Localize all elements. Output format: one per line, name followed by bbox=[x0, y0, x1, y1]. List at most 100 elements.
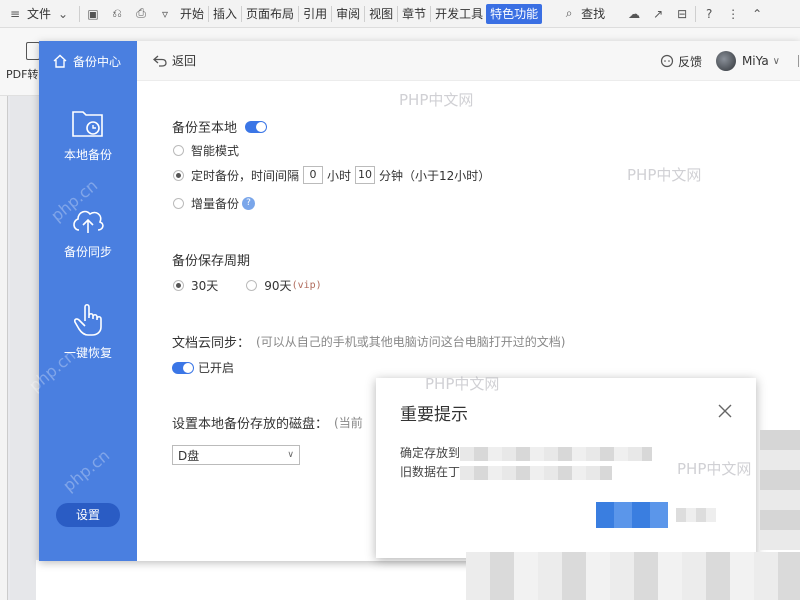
hours-input[interactable]: 0 bbox=[303, 166, 324, 184]
notice-line-1: 确定存放到 bbox=[400, 446, 461, 460]
tab-view[interactable]: 视图 bbox=[366, 0, 396, 28]
tab-review[interactable]: 审阅 bbox=[333, 0, 363, 28]
tab-layout[interactable]: 页面布局 bbox=[243, 0, 297, 28]
cloud-upload-icon bbox=[73, 210, 104, 233]
tab-special[interactable]: 特色功能 bbox=[486, 3, 543, 24]
search-button[interactable]: ⌕ 查找 bbox=[554, 0, 608, 28]
cloud-sync-section: 文档云同步： (可以从自己的手机或其他电脑访问这台电脑打开过的文档) bbox=[172, 332, 565, 351]
option-smart-mode[interactable]: 智能模式 bbox=[173, 142, 239, 159]
chevron-down-icon: ⌄ bbox=[57, 6, 69, 21]
separator bbox=[298, 5, 300, 22]
disk-hint: (当前 bbox=[334, 416, 363, 430]
retention-options: 30天 90天 (vip) bbox=[173, 277, 322, 294]
chevron-down-icon: ∨ bbox=[287, 450, 294, 460]
collapse-icon[interactable]: ⌃ bbox=[749, 6, 765, 22]
hand-pointer-icon bbox=[74, 303, 102, 336]
pdf-convert-label[interactable]: PDF转 bbox=[6, 66, 38, 82]
minutes-input[interactable]: 10 bbox=[355, 166, 376, 184]
radio-90-days[interactable] bbox=[246, 280, 258, 291]
disk-select[interactable]: D盘 ∨ bbox=[172, 445, 300, 465]
local-backup-title: 备份至本地 bbox=[172, 121, 238, 136]
radio-scheduled-backup[interactable] bbox=[173, 169, 184, 181]
separator bbox=[430, 5, 432, 22]
sidebar-item-label: 备份同步 bbox=[63, 245, 112, 259]
back-arrow-icon bbox=[153, 55, 167, 67]
sidebar-item-backup-sync[interactable]: 备份同步 bbox=[39, 204, 137, 260]
separator bbox=[208, 5, 210, 22]
radio-30-days[interactable] bbox=[173, 280, 184, 291]
cloud-icon[interactable]: ☁ bbox=[626, 6, 642, 22]
pdf-icon[interactable] bbox=[26, 42, 40, 60]
radio-smart-mode[interactable] bbox=[173, 145, 184, 156]
search-icon: ⌕ bbox=[565, 6, 573, 20]
folder-clock-icon bbox=[72, 111, 103, 137]
cloud-sync-toggle[interactable] bbox=[172, 361, 194, 374]
sidebar-item-label: 一键恢复 bbox=[63, 346, 112, 360]
tab-references[interactable]: 引用 bbox=[300, 0, 330, 28]
ribbon: ≡ 文件 ⌄ ▣ ⎌ ⎙ ▿ 开始 插入 页面布局 引用 审阅 视图 章节 开发… bbox=[0, 0, 800, 28]
share-icon[interactable]: ↗ bbox=[650, 6, 666, 22]
tab-chapter[interactable]: 章节 bbox=[399, 0, 429, 28]
radio-incremental-backup[interactable] bbox=[173, 198, 184, 209]
cloud-sync-title: 文档云同步： bbox=[172, 336, 251, 351]
sidebar-header: 备份中心 bbox=[39, 41, 137, 81]
tab-developer[interactable]: 开发工具 bbox=[432, 0, 486, 28]
confirm-button[interactable] bbox=[596, 502, 668, 528]
top-bar: 返回 反馈 MiYa ∨ bbox=[137, 41, 800, 81]
settings-button[interactable]: 设置 bbox=[56, 503, 120, 527]
retention-title: 备份保存周期 bbox=[172, 254, 251, 269]
user-menu[interactable]: MiYa ∨ bbox=[715, 51, 780, 71]
more-vertical-icon[interactable]: ⋮ bbox=[725, 6, 741, 22]
print-icon[interactable]: ⎙ bbox=[133, 6, 149, 22]
chevron-down-icon: ∨ bbox=[772, 55, 780, 67]
vertical-ruler bbox=[0, 96, 8, 600]
cloud-sync-hint: (可以从自己的手机或其他电脑访问这台电脑打开过的文档) bbox=[256, 335, 566, 349]
disk-section: 设置本地备份存放的磁盘： (当前 bbox=[172, 413, 363, 432]
home-icon bbox=[53, 54, 67, 68]
separator bbox=[695, 5, 697, 22]
file-menu[interactable]: ≡ 文件 ⌄ bbox=[0, 0, 78, 28]
watermark: php.cn bbox=[59, 445, 114, 496]
separator bbox=[79, 5, 81, 22]
tab-insert[interactable]: 插入 bbox=[210, 0, 240, 28]
label-90-days[interactable]: 90天 bbox=[264, 277, 291, 294]
chat-icon bbox=[660, 54, 674, 68]
redacted-text bbox=[460, 446, 653, 461]
avatar bbox=[715, 51, 736, 71]
notice-title: 重要提示 bbox=[400, 405, 468, 425]
close-icon[interactable] bbox=[718, 404, 732, 418]
disk-title: 设置本地备份存放的磁盘： bbox=[172, 417, 329, 432]
disk-select-row: D盘 ∨ bbox=[172, 445, 300, 465]
box-icon[interactable]: ⊟ bbox=[674, 6, 690, 22]
mosaic-overlay bbox=[466, 552, 800, 600]
back-button[interactable]: 返回 bbox=[153, 52, 196, 69]
important-notice-dialog: 重要提示 确定存放到 旧数据在丁 bbox=[376, 378, 756, 558]
cloud-sync-status: 已开启 bbox=[172, 359, 234, 376]
label-30-days[interactable]: 30天 bbox=[191, 277, 218, 294]
option-incremental-backup[interactable]: 增量备份 ? bbox=[173, 195, 256, 212]
sidebar: 备份中心 本地备份 备份同步 一键恢复 设置 php.cn php.cn php… bbox=[25, 41, 137, 561]
help-icon[interactable]: ? bbox=[701, 6, 717, 22]
sidebar-item-label: 本地备份 bbox=[63, 148, 112, 162]
separator bbox=[331, 5, 333, 22]
menu-icon: ≡ bbox=[9, 6, 21, 21]
feedback-button[interactable]: 反馈 bbox=[660, 53, 702, 70]
local-backup-toggle[interactable] bbox=[245, 120, 268, 133]
local-backup-section: 备份至本地 bbox=[172, 117, 268, 136]
sidebar-item-local-backup[interactable]: 本地备份 bbox=[39, 107, 137, 163]
separator bbox=[364, 5, 366, 22]
separator bbox=[397, 5, 399, 22]
redacted-text bbox=[460, 465, 613, 480]
more-icon[interactable]: ▿ bbox=[157, 6, 173, 22]
tab-start[interactable]: 开始 bbox=[177, 0, 207, 28]
separator bbox=[241, 5, 243, 22]
option-scheduled-backup[interactable]: 定时备份，时间间隔 0 小时 10 分钟（小于12小时） bbox=[173, 166, 490, 184]
save-icon[interactable]: ▣ bbox=[85, 6, 101, 22]
cancel-button[interactable] bbox=[676, 508, 716, 522]
notice-body: 确定存放到 旧数据在丁 bbox=[400, 444, 653, 482]
sidebar-item-one-click-restore[interactable]: 一键恢复 bbox=[39, 301, 137, 361]
mosaic-overlay bbox=[760, 430, 800, 550]
format-painter-icon[interactable]: ⎌ bbox=[109, 6, 125, 22]
top-bar-actions: 反馈 MiYa ∨ bbox=[660, 41, 800, 81]
help-icon[interactable]: ? bbox=[242, 197, 256, 210]
